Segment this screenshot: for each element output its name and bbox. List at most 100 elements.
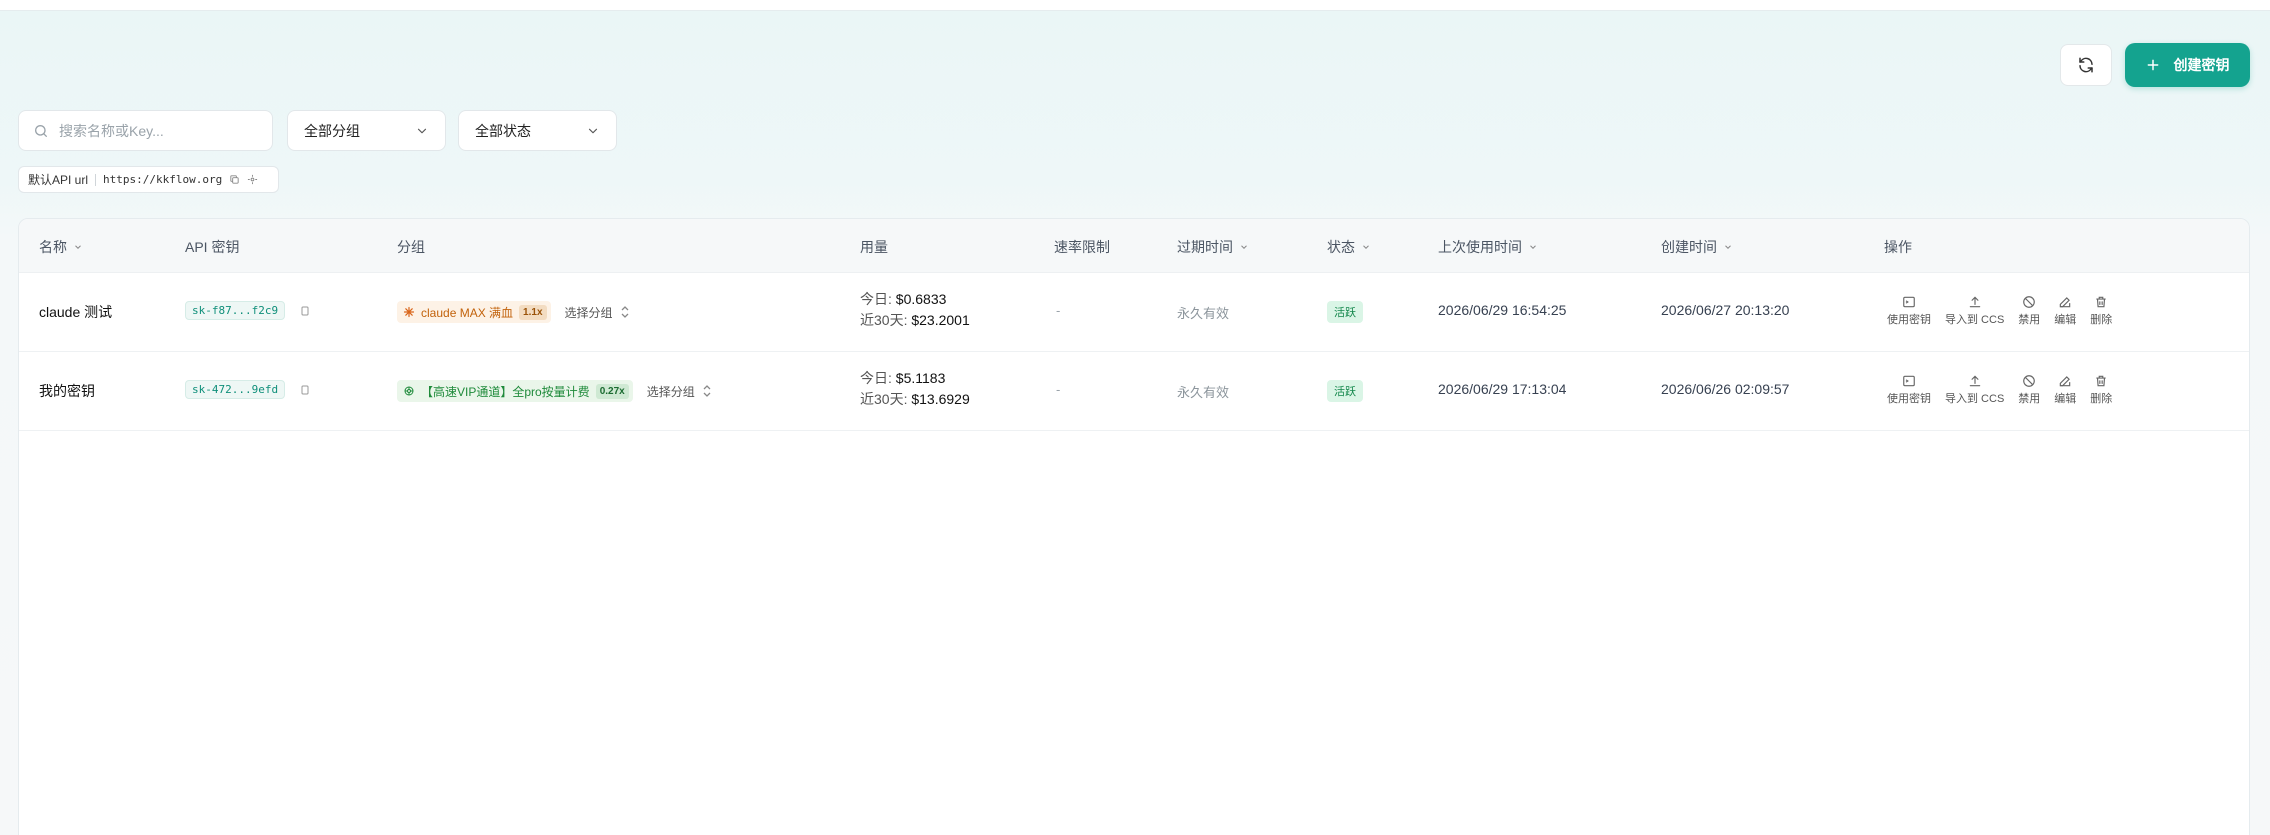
disable-label: 禁用 — [2018, 314, 2041, 326]
column-header-label: 创建时间 — [1661, 239, 1717, 255]
column-header-label: 过期时间 — [1177, 239, 1233, 255]
usage-today: 今日: $0.6833 — [860, 289, 946, 310]
create-key-button[interactable]: 创建密钥 — [2125, 43, 2250, 87]
status-cell: 活跃 — [1327, 380, 1363, 402]
delete-button[interactable]: 删除 — [2090, 295, 2112, 327]
copy-icon[interactable] — [299, 384, 311, 396]
edit-label: 编辑 — [2054, 393, 2077, 405]
import-ccs-label: 导入到 CCS — [1945, 393, 2005, 405]
column-header-created[interactable]: 创建时间 — [1661, 237, 1733, 257]
delete-button[interactable]: 删除 — [2090, 374, 2112, 406]
column-header-label: 名称 — [39, 239, 67, 255]
sort-icon — [621, 306, 629, 318]
column-header-usage: 用量 — [860, 237, 888, 257]
column-header-actions: 操作 — [1884, 237, 1912, 257]
search-input[interactable] — [59, 122, 249, 139]
usage-today-value: $0.6833 — [895, 291, 947, 307]
column-header-label: 速率限制 — [1054, 239, 1110, 255]
column-header-expire[interactable]: 过期时间 — [1177, 237, 1249, 257]
usage-today: 今日: $5.1183 — [860, 368, 945, 389]
api-key-value: sk-f87...f2c9 — [185, 301, 286, 320]
rate-limit: - — [1056, 303, 1061, 318]
ban-icon — [2022, 295, 2036, 309]
search-box[interactable] — [18, 110, 273, 151]
chevron-down-icon — [1528, 242, 1538, 252]
column-header-name[interactable]: 名称 — [39, 237, 83, 257]
key-name: claude 测试 — [39, 304, 113, 320]
multiplier-badge: 0.27x — [595, 383, 629, 399]
divider — [95, 173, 97, 186]
edit-label: 编辑 — [2054, 314, 2077, 326]
copy-icon[interactable] — [229, 174, 240, 185]
key-cell: sk-472...9efd — [185, 380, 311, 399]
edit-button[interactable]: 编辑 — [2054, 295, 2076, 327]
usage-30d: 近30天: $13.6929 — [860, 389, 970, 410]
chevron-down-icon — [1723, 242, 1733, 252]
status-filter-value: 全部状态 — [475, 122, 531, 139]
table-header: 名称 API 密钥 分组 用量 速率限制 过期时间 状态 上次使用时间 创建时间… — [19, 219, 2249, 273]
actions-cell: 使用密钥 导入到 CCS 禁用 编辑 删除 — [1887, 295, 2112, 327]
created-time: 2026/06/27 20:13:20 — [1661, 302, 1790, 318]
top-bar — [0, 0, 2270, 11]
api-url-label: 默认API url — [28, 173, 89, 187]
column-header-label: 状态 — [1327, 239, 1355, 255]
disable-button[interactable]: 禁用 — [2018, 295, 2040, 327]
column-header-label: API 密钥 — [185, 239, 240, 255]
api-url-bar: 默认API url https://kkflow.org — [18, 166, 279, 193]
column-header-label: 上次使用时间 — [1438, 239, 1522, 255]
group-tag: 【高速VIP通道】全pro按量计费 0.27x — [397, 380, 633, 402]
sort-icon — [703, 385, 711, 397]
select-group-label: 选择分组 — [646, 384, 695, 399]
chevron-down-icon — [1361, 242, 1371, 252]
search-icon — [33, 123, 49, 139]
import-ccs-label: 导入到 CCS — [1945, 314, 2005, 326]
status-filter-select[interactable]: 全部状态 — [458, 110, 617, 151]
edit-icon — [2058, 374, 2072, 388]
terminal-icon — [1902, 374, 1916, 388]
last-used-time: 2026/06/29 17:13:04 — [1438, 381, 1567, 397]
trash-icon — [2094, 374, 2108, 388]
usage-30d-label: 近30天: — [860, 391, 908, 407]
upload-icon — [1968, 374, 1982, 388]
create-key-label: 创建密钥 — [2173, 57, 2230, 73]
usage-today-label: 今日: — [860, 370, 892, 386]
disable-button[interactable]: 禁用 — [2018, 374, 2040, 406]
last-used-time: 2026/06/29 16:54:25 — [1438, 302, 1567, 318]
edit-button[interactable]: 编辑 — [2054, 374, 2076, 406]
column-header-status[interactable]: 状态 — [1327, 237, 1371, 257]
use-key-button[interactable]: 使用密钥 — [1887, 295, 1931, 327]
copy-icon[interactable] — [299, 305, 311, 317]
chevron-down-icon — [73, 242, 83, 252]
group-name: claude MAX 满血 — [421, 305, 514, 320]
group-cell: claude MAX 满血 1.1x 选择分组 — [397, 301, 629, 323]
select-group-button[interactable]: 选择分组 — [647, 383, 711, 400]
select-group-button[interactable]: 选择分组 — [565, 304, 629, 321]
delete-label: 删除 — [2090, 314, 2113, 326]
plus-icon — [2146, 58, 2160, 72]
status-badge: 活跃 — [1327, 301, 1363, 323]
select-group-label: 选择分组 — [564, 305, 613, 320]
delete-label: 删除 — [2090, 393, 2113, 405]
group-filter-select[interactable]: 全部分组 — [287, 110, 446, 151]
key-name: 我的密钥 — [39, 383, 95, 399]
import-ccs-button[interactable]: 导入到 CCS — [1945, 374, 2004, 406]
table-row: claude 测试 sk-f87...f2c9 claude MAX 满血 1.… — [19, 273, 2249, 352]
column-header-label: 用量 — [860, 239, 888, 255]
usage-30d-value: $23.2001 — [911, 312, 970, 328]
disable-label: 禁用 — [2018, 393, 2041, 405]
usage-30d: 近30天: $23.2001 — [860, 310, 970, 331]
group-cell: 【高速VIP通道】全pro按量计费 0.27x 选择分组 — [397, 380, 711, 402]
use-key-label: 使用密钥 — [1887, 314, 1931, 326]
refresh-button[interactable] — [2060, 44, 2112, 86]
multiplier-badge: 1.1x — [519, 304, 547, 320]
settings-icon[interactable] — [247, 174, 258, 185]
usage-today-label: 今日: — [860, 291, 892, 307]
status-cell: 活跃 — [1327, 301, 1363, 323]
column-header-last-used[interactable]: 上次使用时间 — [1438, 237, 1538, 257]
rate-limit: - — [1056, 382, 1061, 397]
column-header-rate: 速率限制 — [1054, 237, 1110, 257]
trash-icon — [2094, 295, 2108, 309]
api-key-value: sk-472...9efd — [185, 380, 286, 399]
import-ccs-button[interactable]: 导入到 CCS — [1945, 295, 2004, 327]
use-key-button[interactable]: 使用密钥 — [1887, 374, 1931, 406]
